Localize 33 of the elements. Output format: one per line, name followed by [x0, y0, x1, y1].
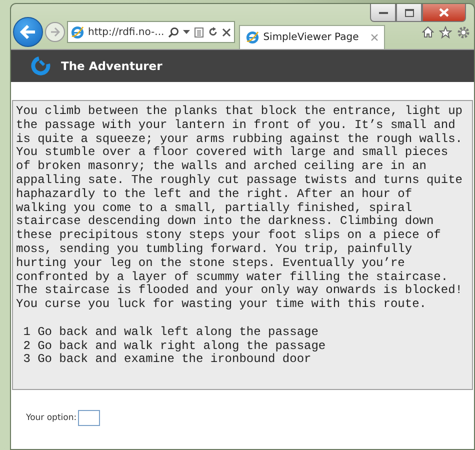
minimize-icon [378, 10, 388, 14]
option-text: Go back and walk right along the passage [38, 338, 326, 353]
search-icon[interactable] [168, 26, 180, 38]
site-title: The Adventurer [61, 59, 162, 73]
back-arrow-icon [20, 25, 36, 39]
maximize-button[interactable] [396, 4, 422, 22]
option-number: 1 [23, 324, 30, 339]
address-text: http://rdfi.no-... [88, 26, 164, 38]
star-icon[interactable] [439, 26, 452, 38]
settings-icon[interactable] [457, 26, 470, 38]
home-icon[interactable] [422, 26, 434, 38]
option-input[interactable] [78, 410, 100, 426]
browser-icon [246, 31, 260, 44]
option-number: 2 [23, 338, 30, 353]
address-bar[interactable]: http://rdfi.no-... [67, 21, 236, 43]
logo-icon [31, 56, 51, 76]
option-label: Your option: [26, 413, 77, 423]
tab-close-icon[interactable] [371, 34, 378, 41]
refresh-icon[interactable] [208, 27, 218, 37]
close-button[interactable] [422, 4, 466, 22]
browser-tab[interactable]: SimpleViewer Page [239, 25, 386, 49]
forward-arrow-icon [50, 27, 60, 37]
dropdown-icon[interactable] [183, 30, 190, 34]
story-text: You climb between the planks that block the entrance, light up the passage with your lantern in front of you. It’s small and is quite a squeeze; your arms rubbing against the rough walls. You stumble over a floor covered with large and small pieces of broken masonry; the walls and arched ceiling are in an appalling sate. The roughly cut passage twists and turns quite haphazardly to the left and the right. After an hour of walking you come to a small, partially finished, spiral staircase descending down into the darkness. Climbing down these precipitous stony steps your foot slips on a piece of moss, sending you tumbling forward. You trip, painfully hurting your leg on the stone steps. Eventually you’re confronted by a layer of scummy water filling the staircase. The staircase is flooded and your only way onwards is blocked! You curse you luck for wasting your time with this route. [16, 105, 464, 312]
option-text: Go back and walk left along the passage [38, 324, 318, 339]
maximize-icon [404, 8, 414, 16]
browser-icon [71, 26, 84, 38]
stop-icon[interactable] [222, 28, 232, 36]
minimize-button[interactable] [370, 4, 396, 22]
close-icon [439, 8, 449, 17]
option-number: 3 [23, 352, 30, 366]
option-text: Go back and examine the ironbound door [38, 352, 312, 366]
back-button[interactable] [13, 17, 43, 47]
